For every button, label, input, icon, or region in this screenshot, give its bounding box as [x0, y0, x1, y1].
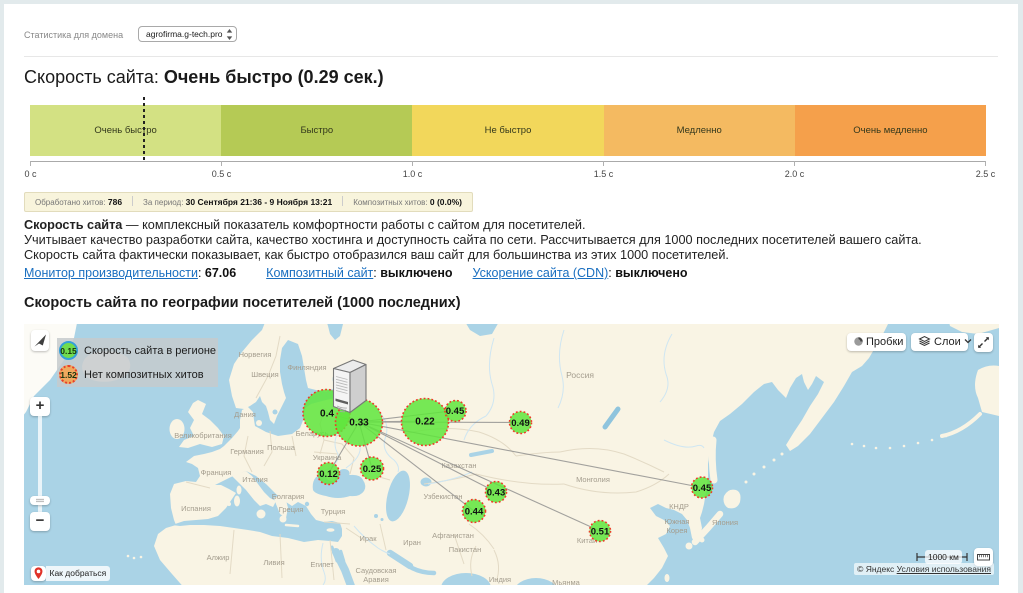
svg-text:Дания: Дания — [234, 410, 256, 419]
svg-text:Мьянма: Мьянма — [552, 578, 581, 585]
svg-text:Корея: Корея — [667, 526, 688, 535]
svg-text:Иран: Иран — [403, 538, 421, 547]
svg-text:0.33: 0.33 — [349, 418, 369, 429]
svg-text:Монголия: Монголия — [576, 475, 610, 484]
svg-text:0.4: 0.4 — [320, 409, 334, 420]
svg-text:Германия: Германия — [230, 447, 264, 456]
svg-text:0.45: 0.45 — [446, 406, 465, 417]
svg-text:Египет: Египет — [310, 560, 334, 569]
svg-text:Узбекистан: Узбекистан — [424, 492, 463, 501]
svg-text:0.49: 0.49 — [511, 418, 530, 429]
svg-text:Япония: Япония — [712, 518, 738, 527]
svg-text:0.45: 0.45 — [693, 483, 712, 494]
svg-text:Аравия: Аравия — [363, 575, 389, 584]
svg-text:Ирак: Ирак — [359, 534, 377, 543]
svg-text:Алжир: Алжир — [207, 553, 230, 562]
svg-text:Польша: Польша — [267, 443, 296, 452]
svg-text:0.51: 0.51 — [591, 527, 610, 538]
svg-text:0.44: 0.44 — [465, 507, 484, 518]
svg-text:0.25: 0.25 — [363, 464, 382, 475]
svg-text:Великобритания: Великобритания — [174, 431, 232, 440]
svg-text:Казахстан: Казахстан — [441, 461, 476, 470]
svg-text:Швеция: Швеция — [251, 370, 279, 379]
svg-text:0.43: 0.43 — [487, 488, 506, 499]
svg-text:Россия: Россия — [566, 370, 594, 380]
svg-text:Болгария: Болгария — [272, 492, 304, 501]
svg-text:Норвегия: Норвегия — [239, 350, 272, 359]
svg-text:Италия: Италия — [242, 475, 268, 484]
svg-text:Пакистан: Пакистан — [449, 545, 481, 554]
svg-text:0.22: 0.22 — [415, 417, 435, 428]
svg-text:Турция: Турция — [321, 507, 346, 516]
svg-text:Испания: Испания — [181, 504, 211, 513]
svg-text:Греция: Греция — [279, 505, 304, 514]
svg-text:Саудовская: Саудовская — [356, 566, 397, 575]
svg-text:Ливия: Ливия — [263, 558, 284, 567]
svg-text:КНДР: КНДР — [669, 502, 689, 511]
svg-text:0.12: 0.12 — [319, 469, 338, 480]
svg-text:Южная: Южная — [665, 517, 690, 526]
svg-text:Афганистан: Афганистан — [432, 531, 474, 540]
svg-text:Финляндия: Финляндия — [287, 363, 326, 372]
svg-text:Индия: Индия — [489, 575, 511, 584]
svg-text:Франция: Франция — [201, 468, 232, 477]
